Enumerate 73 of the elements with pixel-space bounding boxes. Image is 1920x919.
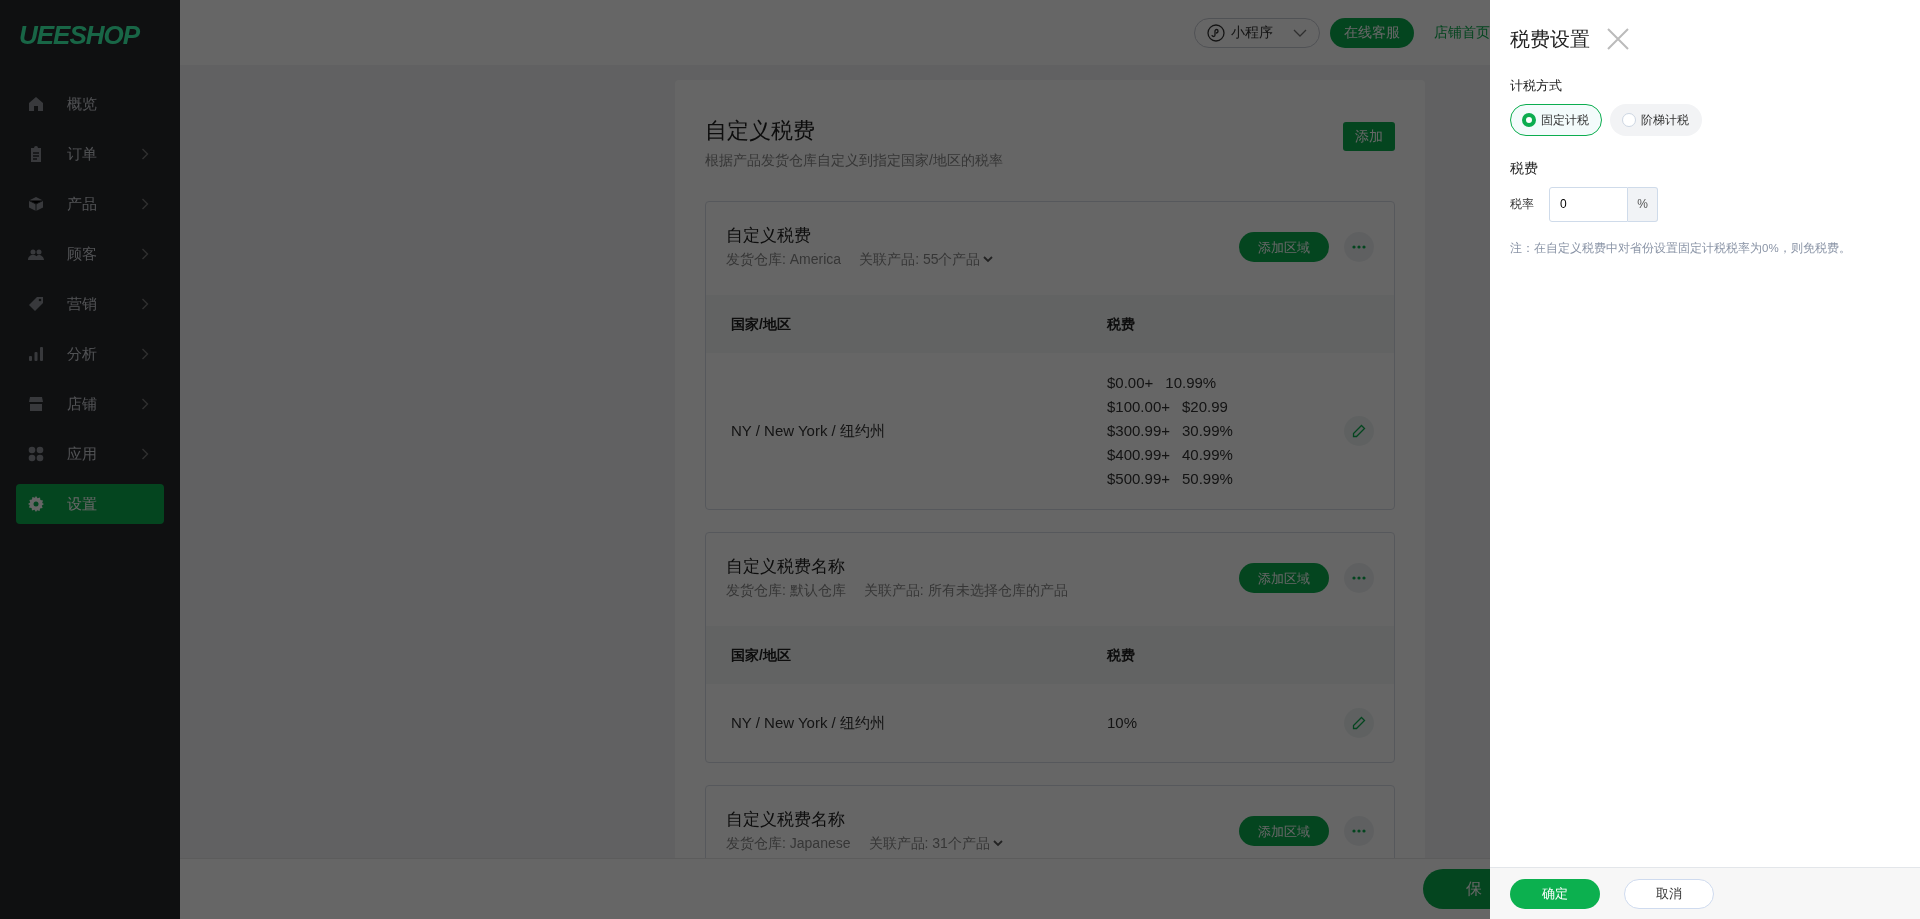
rate-field[interactable]: 0 — [1549, 186, 1628, 222]
tier-threshold: $300.99+ — [1107, 421, 1170, 442]
sidebar-item[interactable]: 设置 — [16, 484, 164, 524]
section-label: 税费 — [1510, 158, 1539, 178]
confirm-button[interactable]: 确定 — [1510, 878, 1600, 909]
region-cell-text: NY / New York / 纽约州 — [731, 421, 886, 442]
more-button[interactable] — [1344, 232, 1374, 263]
sidebar-item[interactable]: 顾客 — [16, 234, 164, 274]
cancel-button[interactable]: 取消 — [1624, 878, 1714, 909]
edit-button[interactable] — [1344, 416, 1374, 447]
sidebar-item[interactable]: 分析 — [16, 334, 164, 374]
more-button[interactable] — [1344, 563, 1374, 594]
drawer-title: 税费设置 — [1510, 27, 1590, 52]
more-button[interactable] — [1344, 816, 1374, 847]
group-name: 自定义税费名称 — [726, 556, 846, 579]
link-icon — [1207, 23, 1225, 42]
chevron-down-icon — [983, 256, 994, 264]
percent-suffix: % — [1628, 186, 1658, 222]
pencil-icon — [1352, 716, 1366, 731]
pencil-icon — [1352, 424, 1366, 439]
chevron-down-icon — [1293, 28, 1307, 37]
radio-option[interactable]: 阶梯计税 — [1610, 103, 1702, 136]
column-header: 国家/地区 — [731, 314, 792, 334]
support-button[interactable]: 在线客服 — [1330, 17, 1414, 48]
mini-program-dropdown[interactable]: 小程序 — [1194, 17, 1320, 48]
apps-icon — [28, 446, 44, 462]
sidebar-item[interactable]: 概览 — [16, 84, 164, 124]
tax-rate: 10% — [1107, 714, 1138, 732]
tier-threshold: $0.00+ — [1107, 373, 1154, 394]
tier-rate: 30.99% — [1182, 421, 1233, 442]
add-button[interactable]: 添加 — [1343, 122, 1395, 151]
tier-threshold: $100.00+ — [1107, 397, 1170, 418]
section-label: 计税方式 — [1510, 77, 1563, 95]
column-header: 国家/地区 — [731, 645, 792, 665]
ellipsis-icon — [1352, 829, 1366, 834]
add-region-button[interactable]: 添加区域 — [1239, 232, 1329, 263]
sidebar-item[interactable]: 营销 — [16, 284, 164, 324]
edit-button[interactable] — [1344, 708, 1374, 739]
home-icon — [28, 96, 44, 112]
settings-icon — [28, 496, 44, 512]
add-region-button[interactable]: 添加区域 — [1239, 563, 1329, 594]
region-cell-text: NY / New York / 纽约州 — [731, 713, 886, 734]
store-icon — [28, 396, 44, 412]
sidebar-item[interactable]: 店铺 — [16, 384, 164, 424]
tier-rate: 40.99% — [1182, 445, 1233, 466]
close-icon — [1606, 27, 1630, 51]
radio-option[interactable]: 固定计税 — [1510, 103, 1602, 136]
tier-rate: 50.99% — [1182, 469, 1233, 490]
add-region-button[interactable]: 添加区域 — [1239, 816, 1329, 847]
note-text: 注：在自定义税费中对省份设置固定计税税率为0%，则免税费。 — [1510, 240, 1852, 256]
tag-icon — [28, 296, 44, 312]
sidebar-item[interactable]: 应用 — [16, 434, 164, 474]
tier-rate: 10.99% — [1165, 373, 1217, 394]
clipboard-icon — [28, 146, 44, 162]
column-header: 税费 — [1107, 314, 1135, 334]
ellipsis-icon — [1352, 576, 1366, 581]
tier-threshold: $500.99+ — [1107, 469, 1170, 490]
group-name: 自定义税费名称 — [726, 809, 846, 832]
tier-rate: $20.99 — [1182, 397, 1228, 418]
cube-icon — [28, 196, 44, 212]
chevron-down-icon — [992, 840, 1003, 848]
page-title: 自定义税费 — [705, 118, 816, 145]
sidebar-item[interactable]: 订单 — [16, 134, 164, 174]
logo: UEESHOP — [18, 19, 141, 52]
close-button[interactable] — [1606, 27, 1630, 51]
field-label: 税率 — [1510, 196, 1535, 213]
bar-chart-icon — [28, 346, 44, 362]
column-header: 税费 — [1107, 645, 1135, 665]
tier-threshold: $400.99+ — [1107, 445, 1170, 466]
ellipsis-icon — [1352, 245, 1366, 250]
sidebar-item[interactable]: 产品 — [16, 184, 164, 224]
store-link[interactable]: 店铺首页 — [1434, 22, 1490, 43]
group-name: 自定义税费 — [726, 225, 812, 248]
